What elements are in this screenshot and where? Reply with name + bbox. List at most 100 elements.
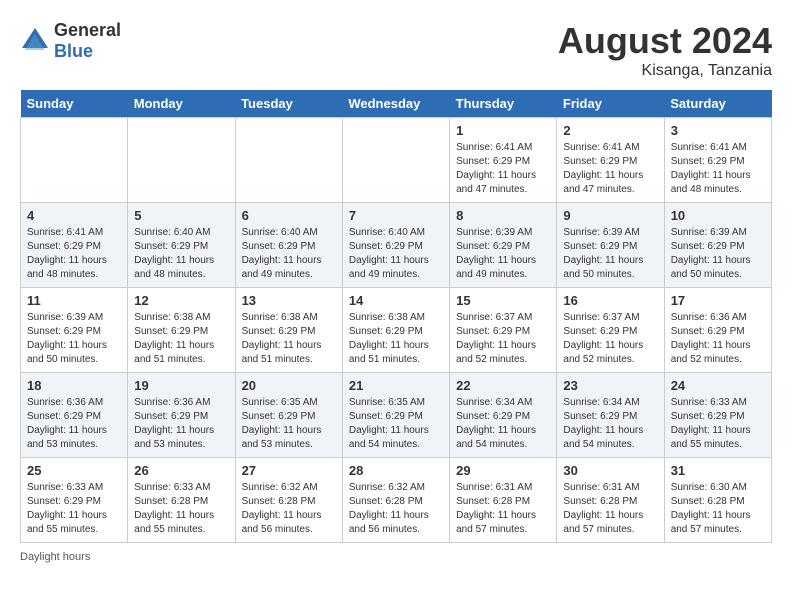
day-info: Sunrise: 6:33 AM Sunset: 6:29 PM Dayligh… [27, 481, 121, 537]
calendar-cell: 27Sunrise: 6:32 AM Sunset: 6:28 PM Dayli… [235, 458, 342, 543]
day-number: 13 [242, 293, 336, 308]
day-number: 5 [134, 208, 228, 223]
day-number: 16 [563, 293, 657, 308]
calendar-cell: 28 Sunrise: 6:32 AM Sunset: 6:28 PM Dayli… [342, 458, 449, 543]
calendar-day-header: Sunday [21, 90, 128, 118]
calendar-cell: 14Sunrise: 6:38 AM Sunset: 6:29 PM Dayli… [342, 288, 449, 373]
calendar-cell: 13 Sunrise: 6:38 AM Sunset: 6:29 PM Dayli… [235, 288, 342, 373]
day-info: Sunrise: 6:33 AM Sunset: 6:28 PM Dayligh… [134, 481, 228, 537]
day-number: 2 [563, 123, 657, 138]
location-subtitle: Kisanga, Tanzania [558, 62, 772, 80]
day-info: Sunrise: 6:32 AM Sunset: 6:28 PM Dayligh… [349, 481, 443, 537]
day-number: 20 [242, 378, 336, 393]
day-number: 11 [27, 293, 121, 308]
day-info: Sunrise: 6:39 AM Sunset: 6:29 PM Dayligh… [671, 226, 765, 282]
logo-blue-text: Blue [54, 41, 93, 61]
calendar-cell: 17Sunrise: 6:36 AM Sunset: 6:29 PM Dayli… [664, 288, 771, 373]
calendar-day-header: Monday [128, 90, 235, 118]
day-info: Sunrise: 6:31 AM Sunset: 6:28 PM Dayligh… [456, 481, 550, 537]
calendar-cell: 25 Sunrise: 6:33 AM Sunset: 6:29 PM Dayli… [21, 458, 128, 543]
day-info: Sunrise: 6:36 AM Sunset: 6:29 PM Dayligh… [27, 396, 121, 452]
calendar-day-header: Thursday [450, 90, 557, 118]
calendar-cell: 3Sunrise: 6:41 AM Sunset: 6:29 PM Daylig… [664, 118, 771, 203]
day-info: Sunrise: 6:36 AM Sunset: 6:29 PM Dayligh… [134, 396, 228, 452]
calendar-cell: 8 Sunrise: 6:39 AM Sunset: 6:29 PM Daylig… [450, 203, 557, 288]
calendar-day-header: Saturday [664, 90, 771, 118]
day-number: 30 [563, 463, 657, 478]
calendar-cell: 21 Sunrise: 6:35 AM Sunset: 6:29 PM Dayli… [342, 373, 449, 458]
calendar-week-row: 11 Sunrise: 6:39 AM Sunset: 6:29 PM Dayli… [21, 288, 772, 373]
day-number: 14 [349, 293, 443, 308]
day-number: 1 [456, 123, 550, 138]
day-number: 18 [27, 378, 121, 393]
calendar-table: SundayMondayTuesdayWednesdayThursdayFrid… [20, 90, 772, 543]
day-info: Sunrise: 6:40 AM Sunset: 6:29 PM Dayligh… [134, 226, 228, 282]
day-number: 6 [242, 208, 336, 223]
month-year-title: August 2024 [558, 20, 772, 62]
calendar-cell: 7Sunrise: 6:40 AM Sunset: 6:29 PM Daylig… [342, 203, 449, 288]
day-info: Sunrise: 6:34 AM Sunset: 6:29 PM Dayligh… [456, 396, 550, 452]
day-info: Sunrise: 6:38 AM Sunset: 6:29 PM Dayligh… [134, 311, 228, 367]
day-number: 3 [671, 123, 765, 138]
day-info: Sunrise: 6:41 AM Sunset: 6:29 PM Dayligh… [563, 141, 657, 197]
calendar-cell: 4 Sunrise: 6:41 AM Sunset: 6:29 PM Daylig… [21, 203, 128, 288]
day-info: Sunrise: 6:39 AM Sunset: 6:29 PM Dayligh… [563, 226, 657, 282]
calendar-cell: 9 Sunrise: 6:39 AM Sunset: 6:29 PM Daylig… [557, 203, 664, 288]
day-info: Sunrise: 6:39 AM Sunset: 6:29 PM Dayligh… [27, 311, 121, 367]
day-number: 31 [671, 463, 765, 478]
day-number: 4 [27, 208, 121, 223]
day-info: Sunrise: 6:36 AM Sunset: 6:29 PM Dayligh… [671, 311, 765, 367]
calendar-day-header: Friday [557, 90, 664, 118]
day-number: 7 [349, 208, 443, 223]
calendar-cell [342, 118, 449, 203]
day-number: 19 [134, 378, 228, 393]
day-info: Sunrise: 6:30 AM Sunset: 6:28 PM Dayligh… [671, 481, 765, 537]
day-info: Sunrise: 6:38 AM Sunset: 6:29 PM Dayligh… [242, 311, 336, 367]
day-number: 28 [349, 463, 443, 478]
calendar-cell: 15 Sunrise: 6:37 AM Sunset: 6:29 PM Dayli… [450, 288, 557, 373]
calendar-cell: 18 Sunrise: 6:36 AM Sunset: 6:29 PM Dayli… [21, 373, 128, 458]
calendar-cell [128, 118, 235, 203]
day-number: 8 [456, 208, 550, 223]
calendar-cell: 5 Sunrise: 6:40 AM Sunset: 6:29 PM Daylig… [128, 203, 235, 288]
day-number: 10 [671, 208, 765, 223]
day-number: 29 [456, 463, 550, 478]
day-info: Sunrise: 6:40 AM Sunset: 6:29 PM Dayligh… [242, 226, 336, 282]
calendar-day-header: Wednesday [342, 90, 449, 118]
day-number: 25 [27, 463, 121, 478]
calendar-cell: 10 Sunrise: 6:39 AM Sunset: 6:29 PM Dayli… [664, 203, 771, 288]
day-number: 15 [456, 293, 550, 308]
calendar-cell: 22 Sunrise: 6:34 AM Sunset: 6:29 PM Dayli… [450, 373, 557, 458]
calendar-cell: 26Sunrise: 6:33 AM Sunset: 6:28 PM Dayli… [128, 458, 235, 543]
calendar-week-row: 25 Sunrise: 6:33 AM Sunset: 6:29 PM Dayli… [21, 458, 772, 543]
day-info: Sunrise: 6:33 AM Sunset: 6:29 PM Dayligh… [671, 396, 765, 452]
calendar-week-row: 4 Sunrise: 6:41 AM Sunset: 6:29 PM Daylig… [21, 203, 772, 288]
logo: General Blue [20, 20, 121, 62]
calendar-cell: 20Sunrise: 6:35 AM Sunset: 6:29 PM Dayli… [235, 373, 342, 458]
calendar-cell: 19 Sunrise: 6:36 AM Sunset: 6:29 PM Dayli… [128, 373, 235, 458]
calendar-cell: 12 Sunrise: 6:38 AM Sunset: 6:29 PM Dayli… [128, 288, 235, 373]
title-area: August 2024 Kisanga, Tanzania [558, 20, 772, 80]
day-info: Sunrise: 6:37 AM Sunset: 6:29 PM Dayligh… [456, 311, 550, 367]
daylight-label: Daylight hours [20, 551, 90, 563]
calendar-cell: 6 Sunrise: 6:40 AM Sunset: 6:29 PM Daylig… [235, 203, 342, 288]
footer: Daylight hours [20, 551, 772, 563]
day-number: 23 [563, 378, 657, 393]
logo-general-text: General [54, 20, 121, 40]
day-info: Sunrise: 6:41 AM Sunset: 6:29 PM Dayligh… [27, 226, 121, 282]
calendar-cell: 29 Sunrise: 6:31 AM Sunset: 6:28 PM Dayli… [450, 458, 557, 543]
calendar-day-header: Tuesday [235, 90, 342, 118]
day-number: 21 [349, 378, 443, 393]
calendar-cell: 11 Sunrise: 6:39 AM Sunset: 6:29 PM Dayli… [21, 288, 128, 373]
calendar-week-row: 18 Sunrise: 6:36 AM Sunset: 6:29 PM Dayli… [21, 373, 772, 458]
logo-icon [20, 26, 50, 56]
calendar-cell: 30Sunrise: 6:31 AM Sunset: 6:28 PM Dayli… [557, 458, 664, 543]
day-number: 22 [456, 378, 550, 393]
day-info: Sunrise: 6:32 AM Sunset: 6:28 PM Dayligh… [242, 481, 336, 537]
calendar-week-row: 1 Sunrise: 6:41 AM Sunset: 6:29 PM Daylig… [21, 118, 772, 203]
day-info: Sunrise: 6:41 AM Sunset: 6:29 PM Dayligh… [456, 141, 550, 197]
day-number: 12 [134, 293, 228, 308]
day-number: 9 [563, 208, 657, 223]
day-info: Sunrise: 6:35 AM Sunset: 6:29 PM Dayligh… [349, 396, 443, 452]
day-info: Sunrise: 6:39 AM Sunset: 6:29 PM Dayligh… [456, 226, 550, 282]
